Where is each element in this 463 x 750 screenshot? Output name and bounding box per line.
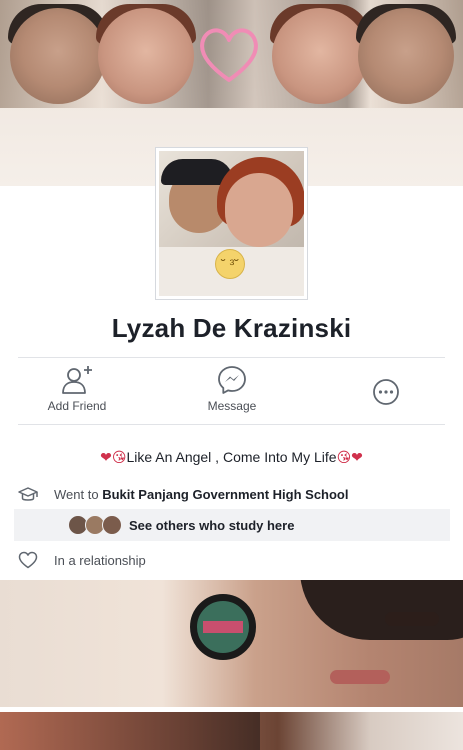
relationship-row[interactable]: In a relationship — [18, 548, 448, 572]
friend-avatar — [102, 515, 122, 535]
profile-picture[interactable]: ˘ ³˘ — [156, 148, 307, 299]
more-dots-icon — [373, 379, 399, 405]
divider — [18, 357, 445, 358]
featured-photo[interactable] — [0, 580, 463, 707]
divider — [18, 424, 445, 425]
see-others-button[interactable]: See others who study here — [14, 509, 450, 541]
messenger-icon — [218, 366, 246, 394]
bio-text: Like An Angel , Come Into My Life — [126, 449, 337, 465]
photo-hair — [300, 580, 463, 640]
add-friend-label: Add Friend — [47, 399, 107, 413]
heart-doodle-icon — [200, 28, 258, 82]
education-prefix: Went to — [54, 486, 103, 502]
education-row[interactable]: Went to Bukit Panjang Government High Sc… — [18, 482, 448, 506]
bio-emoji-suffix: 😘❤ — [336, 449, 363, 465]
profile-picture-figure — [225, 173, 293, 247]
profile-name: Lyzah De Krazinski — [111, 313, 352, 343]
photo-eye — [385, 612, 439, 626]
photo-hair — [0, 712, 260, 750]
graduation-cap-icon — [18, 487, 38, 501]
school-name-link[interactable]: Bukit Panjang Government High School — [102, 487, 348, 502]
profile-actions: Add Friend Message — [0, 365, 463, 421]
photo-lips — [330, 670, 390, 684]
featured-photo[interactable] — [0, 712, 463, 750]
cover-figure-face — [358, 8, 454, 104]
photo-watch — [190, 594, 256, 660]
cover-figure-face — [98, 8, 194, 104]
see-others-label: See others who study here — [129, 517, 295, 533]
person-plus-icon — [62, 366, 92, 394]
profile-bio: ❤😘Like An Angel , Come Into My Life😘❤ — [0, 449, 463, 466]
more-options-button[interactable] — [326, 365, 446, 421]
add-friend-button[interactable]: Add Friend — [17, 365, 137, 421]
cover-figure-face — [10, 8, 106, 104]
cover-figure-face — [272, 8, 368, 104]
message-button[interactable]: Message — [172, 365, 292, 421]
emoji-sticker-icon: ˘ ³˘ — [215, 249, 245, 279]
message-label: Message — [207, 399, 257, 413]
bio-emoji-prefix: ❤😘 — [100, 449, 127, 465]
relationship-status: In a relationship — [54, 552, 146, 568]
heart-outline-icon — [18, 551, 38, 569]
education-text: Went to Bukit Panjang Government High Sc… — [54, 487, 349, 502]
